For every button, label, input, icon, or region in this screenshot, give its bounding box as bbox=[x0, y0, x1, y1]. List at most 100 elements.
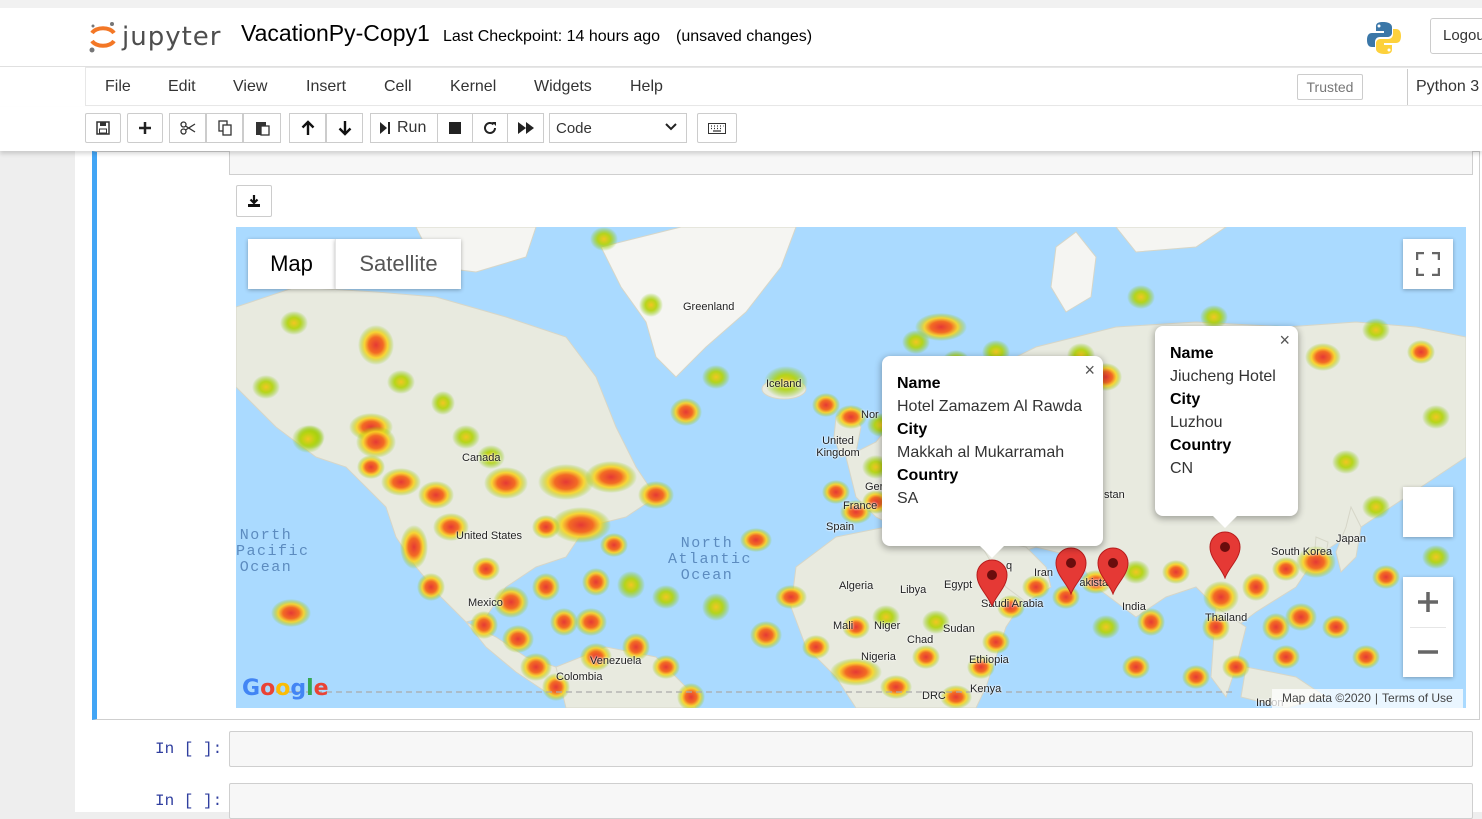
jupyter-logo[interactable]: jupyter bbox=[88, 20, 228, 54]
map-label-iran: Iran bbox=[1034, 567, 1053, 579]
move-down-button[interactable] bbox=[326, 113, 363, 143]
zoom-control bbox=[1403, 577, 1453, 677]
map-type-map-button[interactable]: Map bbox=[248, 239, 335, 289]
map-label-mali: Mali bbox=[833, 620, 854, 632]
menu-widgets[interactable]: Widgets bbox=[534, 78, 592, 96]
info-window-hotel-zamazem: × Name Hotel Zamazem Al Rawda City Makka… bbox=[882, 356, 1103, 558]
info-value-city: Makkah al Mukarramah bbox=[897, 444, 1065, 461]
info-label-city: City bbox=[1170, 391, 1201, 408]
download-icon bbox=[248, 195, 260, 207]
restart-button[interactable] bbox=[472, 113, 508, 143]
info-label-name: Name bbox=[897, 375, 941, 392]
ocean-label-north-atlantic: North Atlantic Ocean bbox=[668, 535, 753, 584]
menu-view[interactable]: View bbox=[233, 78, 267, 96]
notebook-title[interactable]: VacationPy-Copy1 bbox=[241, 20, 430, 47]
map-label-niger: Niger bbox=[874, 620, 901, 632]
map-marker-pakistan[interactable] bbox=[1097, 547, 1129, 595]
map-label-south-korea: South Korea bbox=[1271, 546, 1333, 558]
info-value-city: Luzhou bbox=[1170, 414, 1223, 431]
command-palette-button[interactable] bbox=[697, 113, 737, 143]
insert-cell-button[interactable] bbox=[127, 113, 163, 143]
cell-prompt: In [ ]: bbox=[155, 792, 223, 810]
close-icon[interactable]: × bbox=[1084, 360, 1095, 381]
terms-of-use-link[interactable]: Terms of Use bbox=[1378, 691, 1457, 705]
map-marker-iran[interactable] bbox=[1055, 547, 1087, 595]
map-label-mexico: Mexico bbox=[468, 597, 503, 609]
info-value-name: Hotel Zamazem Al Rawda bbox=[897, 398, 1082, 415]
interrupt-button[interactable] bbox=[437, 113, 473, 143]
map-data-attribution: Map data ©2020 bbox=[1282, 691, 1371, 705]
ocean-label-north-pacific: North Pacific Ocean bbox=[236, 527, 310, 576]
map-label-ethiopia: Ethiopia bbox=[969, 654, 1009, 666]
paste-icon bbox=[255, 122, 270, 136]
map-label-chad: Chad bbox=[907, 634, 934, 646]
notebook-toolbar: Run Code bbox=[0, 107, 1482, 151]
map-marker-makkah[interactable] bbox=[976, 559, 1008, 607]
keyboard-icon bbox=[708, 122, 726, 134]
info-value-country: SA bbox=[897, 490, 919, 507]
run-label: Run bbox=[397, 119, 427, 136]
plus-icon bbox=[1418, 592, 1438, 612]
map-label-canada: Canada bbox=[462, 452, 501, 464]
restart-run-all-button[interactable] bbox=[507, 113, 544, 143]
map-label-spain: Spain bbox=[826, 521, 855, 533]
chevron-down-icon bbox=[665, 123, 677, 131]
copy-icon bbox=[217, 120, 232, 136]
menubar-container: File Edit View Insert Cell Kernel Widget… bbox=[85, 67, 1482, 106]
info-window-tail bbox=[980, 546, 1004, 558]
run-button[interactable]: Run bbox=[370, 113, 438, 143]
close-icon[interactable]: × bbox=[1279, 330, 1290, 351]
checkpoint-status: Last Checkpoint: 14 hours ago bbox=[443, 28, 661, 45]
menu-file[interactable]: File bbox=[105, 78, 131, 96]
map-label-norway: Nor bbox=[861, 409, 879, 421]
map-marker-luzhou[interactable] bbox=[1209, 531, 1241, 579]
gmaps-widget[interactable]: Greenland Iceland Canada United States M… bbox=[236, 227, 1466, 708]
jupyter-logo-text: jupyter bbox=[122, 22, 222, 52]
save-icon bbox=[96, 121, 110, 135]
map-label-thailand: Thailand bbox=[1205, 612, 1248, 624]
street-view-pegman[interactable] bbox=[1403, 487, 1453, 537]
trusted-indicator[interactable]: Trusted bbox=[1297, 74, 1363, 100]
arrow-down-icon bbox=[338, 121, 351, 136]
map-label-egypt: Egypt bbox=[944, 579, 973, 591]
copy-button[interactable] bbox=[206, 113, 243, 143]
menu-kernel[interactable]: Kernel bbox=[450, 78, 496, 96]
zoom-in-button[interactable] bbox=[1403, 577, 1453, 627]
save-button[interactable] bbox=[85, 113, 121, 143]
restart-icon bbox=[484, 121, 496, 134]
empty-code-cell[interactable] bbox=[229, 783, 1473, 819]
info-window-tail bbox=[1213, 516, 1237, 528]
cut-button[interactable] bbox=[169, 113, 206, 143]
menu-edit[interactable]: Edit bbox=[168, 78, 196, 96]
logout-button[interactable]: Logout bbox=[1430, 18, 1482, 54]
cell-prompt: In [ ]: bbox=[155, 740, 223, 758]
fullscreen-icon bbox=[1416, 252, 1440, 276]
map-label-algeria: Algeria bbox=[839, 580, 874, 592]
minus-icon bbox=[1418, 650, 1438, 654]
python-logo-icon bbox=[1367, 22, 1401, 54]
menu-insert[interactable]: Insert bbox=[306, 78, 346, 96]
fullscreen-button[interactable] bbox=[1403, 239, 1453, 289]
map-type-satellite-button[interactable]: Satellite bbox=[335, 239, 461, 289]
info-label-country: Country bbox=[897, 467, 959, 484]
cell-input-area[interactable] bbox=[229, 151, 1473, 175]
zoom-out-button[interactable] bbox=[1403, 627, 1453, 677]
cell-type-select[interactable]: Code bbox=[549, 113, 687, 143]
run-icon bbox=[380, 122, 390, 134]
info-value-name: Jiucheng Hotel bbox=[1170, 368, 1276, 385]
menu-help[interactable]: Help bbox=[630, 78, 663, 96]
arrow-up-icon bbox=[301, 120, 314, 135]
info-window-jiucheng-hotel: × Name Jiucheng Hotel City Luzhou Countr… bbox=[1155, 326, 1298, 528]
autosave-status: (unsaved changes) bbox=[676, 28, 813, 45]
empty-code-cell[interactable] bbox=[229, 731, 1473, 767]
map-label-united-states: United States bbox=[456, 530, 523, 542]
move-up-button[interactable] bbox=[289, 113, 326, 143]
jupyter-logo-icon bbox=[89, 22, 116, 53]
menu-cell[interactable]: Cell bbox=[384, 78, 412, 96]
paste-button[interactable] bbox=[243, 113, 281, 143]
cell-type-value: Code bbox=[556, 120, 592, 137]
map-label-kenya: Kenya bbox=[970, 683, 1002, 695]
info-label-name: Name bbox=[1170, 345, 1214, 362]
download-button[interactable] bbox=[236, 185, 272, 217]
map-label-japan: Japan bbox=[1336, 533, 1366, 545]
